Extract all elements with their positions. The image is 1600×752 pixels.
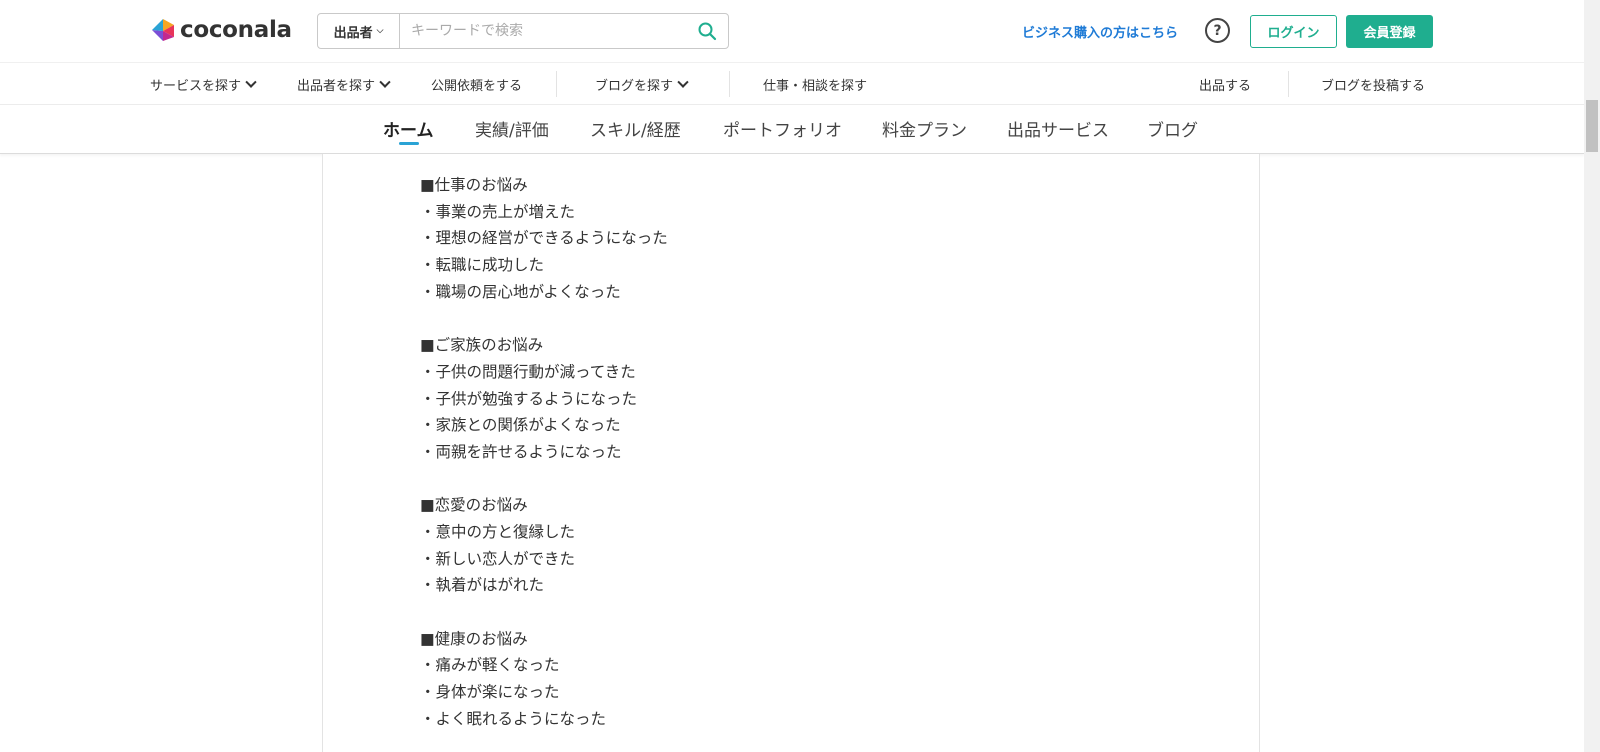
nav-item-find-services[interactable]: サービスを探す [150, 75, 257, 94]
chevron-down-icon [677, 76, 689, 88]
section-heading: ■ご家族のお悩み [420, 336, 544, 355]
tab-skills-career[interactable]: スキル/経歴 [590, 116, 681, 141]
chevron-down-icon [379, 76, 391, 88]
tab-blog[interactable]: ブログ [1147, 116, 1198, 141]
nav-item-find-jobs[interactable]: 仕事・相談を探す [763, 75, 867, 94]
search-scope-select[interactable]: 出品者 ⌵ [318, 14, 400, 48]
profile-content: ■仕事のお悩み・事業の売上が増えた・理想の経営ができるようになった ・転職に成功し… [322, 154, 1260, 752]
tab-home[interactable]: ホーム [383, 116, 434, 141]
search-button[interactable] [686, 14, 728, 48]
nav-item-label: サービスを探す [150, 79, 242, 94]
list-item: ・身体が楽になった [420, 683, 560, 702]
coconala-logo[interactable]: coconala [150, 17, 292, 43]
nav-divider [556, 71, 557, 97]
list-item: ・事業の売上が増えた [420, 202, 576, 221]
nav-divider [729, 71, 730, 97]
section-heading: ■仕事のお悩み [420, 176, 528, 194]
nav-item-label: 仕事・相談を探す [763, 79, 868, 94]
nav-item-label: 出品者を探す [297, 79, 376, 94]
nav-item-label: ブログを投稿する [1321, 79, 1426, 94]
nav-item-label: 出品する [1199, 79, 1252, 94]
search-icon [698, 22, 717, 41]
login-button[interactable]: ログイン [1250, 15, 1337, 48]
list-item: ・職場の居心地がよくなった [420, 282, 621, 301]
list-item: ・子供の問題行動が減ってきた [420, 362, 636, 381]
tab-portfolio[interactable]: ポートフォリオ [723, 116, 842, 141]
profile-text-block: ■仕事のお悩み・事業の売上が増えた・理想の経営ができるようになった ・転職に成功し… [420, 172, 668, 732]
nav-item-sell[interactable]: 出品する [1199, 75, 1251, 94]
section-heading: ■恋愛のお悩み [420, 496, 528, 515]
global-nav: サービスを探す 出品者を探す 公開依頼をする ブログを探す 仕事・相談を探す 出… [0, 62, 1584, 104]
search-bar: 出品者 ⌵ [317, 13, 729, 49]
list-item: ・執着がはがれた [420, 576, 545, 595]
tab-services[interactable]: 出品サービス [1007, 116, 1109, 141]
page-scrollbar[interactable] [1584, 0, 1600, 752]
help-icon[interactable]: ? [1205, 18, 1230, 43]
chevron-down-icon: ⌵ [376, 26, 384, 36]
coconala-logo-icon [152, 19, 174, 41]
nav-divider [1288, 71, 1289, 97]
header-top: coconala 出品者 ⌵ ビジネス購入の方はこちら ? ログイン 会員登録 [0, 0, 1584, 62]
nav-item-label: 公開依頼をする [431, 79, 523, 94]
list-item: ・痛みが軽くなった [420, 656, 560, 675]
business-purchase-link[interactable]: ビジネス購入の方はこちら [1022, 22, 1178, 41]
active-tab-indicator [399, 142, 419, 145]
profile-tab-bar: ホーム 実績/評価 スキル/経歴 ポートフォリオ 料金プラン 出品サービス ブロ… [0, 104, 1584, 154]
list-item: ・意中の方と復縁した [420, 522, 576, 541]
chevron-down-icon [245, 76, 257, 88]
tab-results-reviews[interactable]: 実績/評価 [475, 116, 549, 141]
tab-pricing-plans[interactable]: 料金プラン [882, 116, 967, 141]
list-item: ・新しい恋人ができた [420, 549, 576, 568]
nav-item-find-sellers[interactable]: 出品者を探す [297, 75, 391, 94]
nav-item-post-blog[interactable]: ブログを投稿する [1321, 75, 1425, 94]
scrollbar-thumb[interactable] [1586, 100, 1598, 152]
list-item: ・子供が勉強するようになった [420, 389, 638, 408]
list-item: ・転職に成功した [420, 256, 545, 275]
nav-item-find-blogs[interactable]: ブログを探す [595, 75, 689, 94]
nav-item-public-request[interactable]: 公開依頼をする [431, 75, 522, 94]
list-item: ・理想の経営ができるようになった [420, 229, 668, 248]
search-scope-label: 出品者 [333, 25, 373, 41]
list-item: ・両親を許せるようになった [420, 442, 622, 461]
section-heading: ■健康のお悩み [420, 629, 528, 648]
list-item: ・よく眠れるようになった [420, 709, 607, 728]
list-item: ・家族との関係がよくなった [420, 416, 621, 435]
logo-text: coconala [180, 17, 292, 43]
register-button[interactable]: 会員登録 [1346, 15, 1433, 48]
nav-item-label: ブログを探す [595, 79, 674, 94]
search-input[interactable] [400, 14, 686, 48]
